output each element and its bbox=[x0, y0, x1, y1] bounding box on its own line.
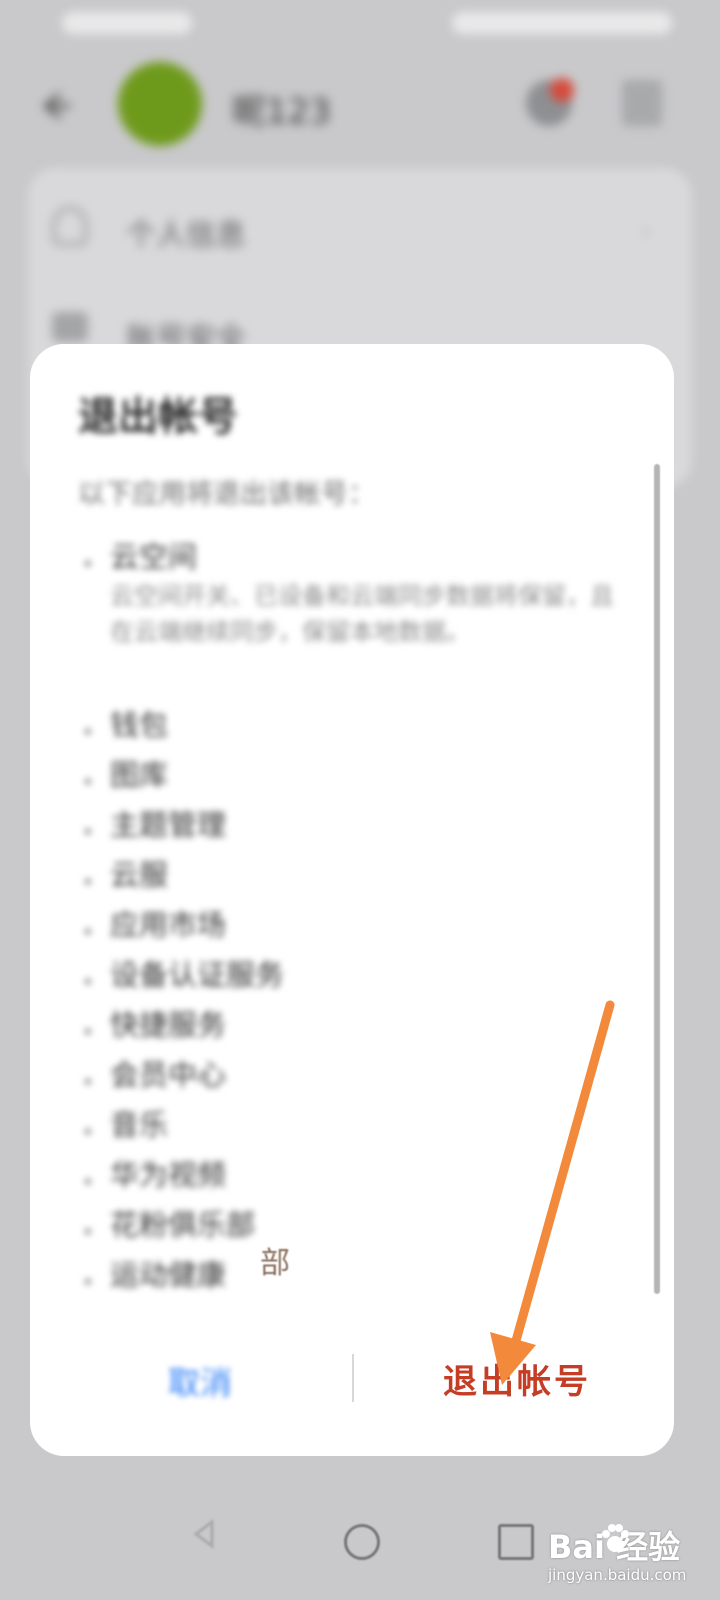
dialog-scrollbar[interactable] bbox=[654, 464, 660, 1294]
status-right-indicators bbox=[452, 12, 672, 34]
app-name: 运动健康 bbox=[110, 1258, 227, 1292]
person-icon bbox=[52, 206, 88, 246]
logout-dialog: 退出帐号 以下应用将退出该帐号： • 云空间 云空间开关、已设备和云端同步数据将… bbox=[30, 344, 674, 1456]
chevron-right-icon: › bbox=[640, 214, 652, 247]
app-name: 会员中心 bbox=[110, 1058, 227, 1092]
list-item: • 花粉俱乐部 bbox=[82, 1206, 642, 1256]
annotation-text: 部 bbox=[260, 1246, 290, 1281]
baidu-watermark: Bai 经验 jingyan.baidu.com bbox=[548, 1522, 708, 1592]
app-name: 华为视频 bbox=[110, 1158, 227, 1192]
app-name: 花粉俱乐部 bbox=[110, 1208, 256, 1242]
list-item: • 会员中心 bbox=[82, 1056, 642, 1106]
watermark-url: jingyan.baidu.com bbox=[548, 1566, 687, 1584]
dialog-title: 退出帐号 bbox=[78, 394, 238, 440]
list-item: • 音乐 bbox=[82, 1106, 642, 1156]
menu-icon[interactable] bbox=[622, 80, 662, 126]
status-bar bbox=[0, 0, 720, 50]
list-item: • 运动健康 bbox=[82, 1256, 642, 1306]
avatar[interactable] bbox=[118, 62, 202, 146]
back-arrow-icon[interactable] bbox=[34, 86, 74, 126]
list-item: • 图库 bbox=[82, 756, 642, 806]
app-name: 设备认证服务 bbox=[110, 958, 285, 992]
nav-home-icon[interactable] bbox=[344, 1524, 380, 1560]
list-item: • 云空间 云空间开关、已设备和云端同步数据将保留，且在云端继续同步，保留本地数… bbox=[82, 538, 642, 686]
lock-icon bbox=[52, 312, 88, 342]
app-name: 主题管理 bbox=[110, 808, 227, 842]
list-item: • 快捷服务 bbox=[82, 1006, 642, 1056]
app-name: 钱包 bbox=[110, 708, 169, 742]
app-name: 音乐 bbox=[110, 1108, 169, 1142]
dialog-description: 以下应用将退出该帐号： bbox=[78, 479, 375, 510]
paw-icon bbox=[602, 1524, 629, 1552]
dialog-content: 退出帐号 以下应用将退出该帐号： • 云空间 云空间开关、已设备和云端同步数据将… bbox=[30, 344, 674, 1456]
list-item: • 主题管理 bbox=[82, 806, 642, 856]
list-item: • 钱包 bbox=[82, 706, 642, 756]
status-left-indicators bbox=[62, 12, 192, 34]
notification-badge bbox=[550, 78, 574, 102]
nav-back-icon[interactable] bbox=[186, 1516, 222, 1552]
app-name: 云服 bbox=[110, 858, 169, 892]
affected-app-list: • 云空间 云空间开关、已设备和云端同步数据将保留，且在云端继续同步，保留本地数… bbox=[82, 538, 642, 1306]
nav-recent-apps-icon[interactable] bbox=[498, 1524, 534, 1560]
list-item: • 应用市场 bbox=[82, 906, 642, 956]
list-item: • 华为视频 bbox=[82, 1156, 642, 1206]
cancel-button[interactable]: 取消 bbox=[120, 1356, 280, 1406]
settings-row-personal-info[interactable]: 个人信息 bbox=[126, 210, 246, 254]
list-item: • 设备认证服务 bbox=[82, 956, 642, 1006]
logout-button[interactable]: 退出帐号 bbox=[392, 1348, 642, 1408]
button-divider bbox=[352, 1354, 354, 1402]
app-name: 云空间 bbox=[110, 540, 198, 574]
app-name: 应用市场 bbox=[110, 908, 227, 942]
list-item: • 云服 bbox=[82, 856, 642, 906]
account-name: 昵123 bbox=[232, 92, 331, 132]
app-name: 快捷服务 bbox=[110, 1008, 227, 1042]
app-name: 图库 bbox=[110, 758, 169, 792]
app-note: 云空间开关、已设备和云端同步数据将保留，且在云端继续同步，保留本地数据。 bbox=[110, 582, 614, 646]
